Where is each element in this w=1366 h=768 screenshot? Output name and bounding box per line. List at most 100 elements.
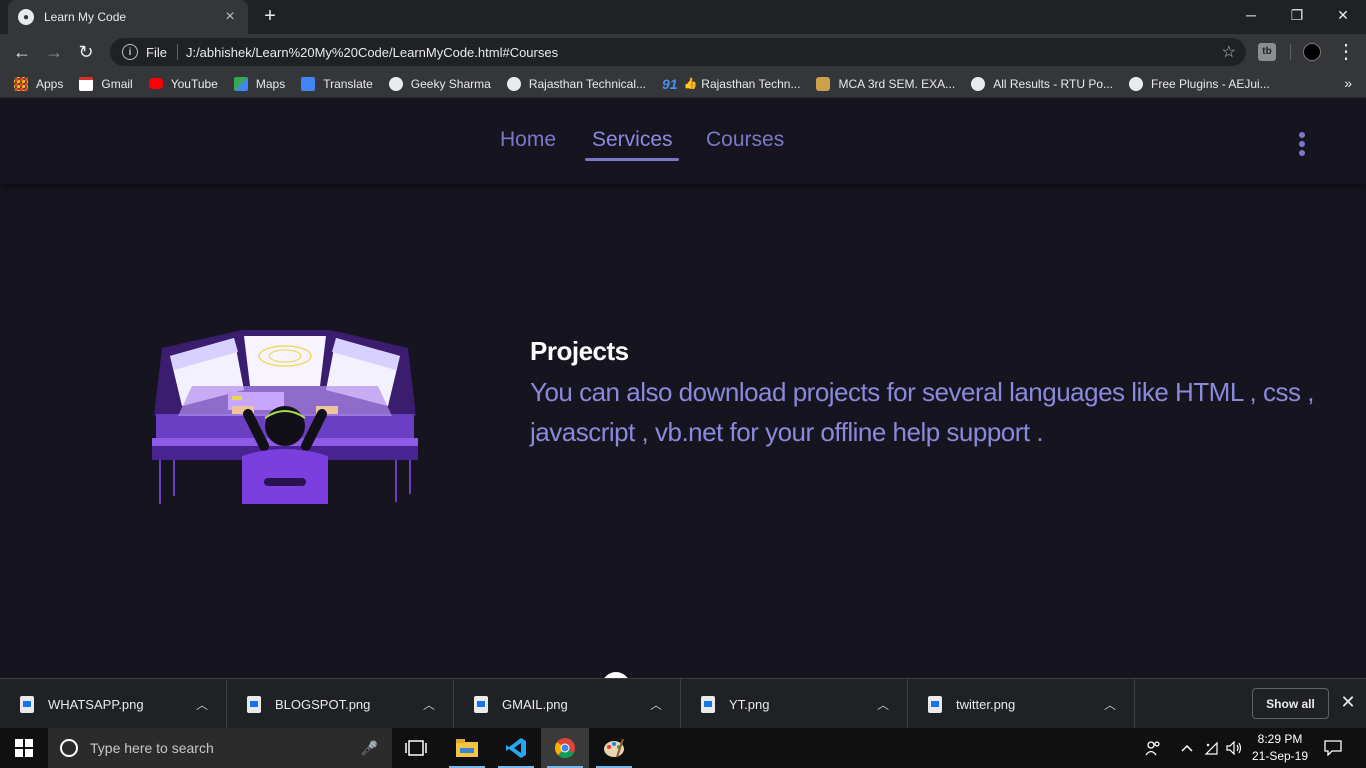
cortana-icon <box>60 739 78 757</box>
chevron-up-icon[interactable]: ︿ <box>196 696 208 713</box>
restore-button[interactable]: ❐ <box>1274 0 1320 30</box>
bookmark-maps[interactable]: Maps <box>233 76 286 91</box>
bookmarks-overflow-button[interactable]: » <box>1344 75 1352 91</box>
bookmark-rajasthan-techn[interactable]: 91 👍 Rajasthan Techn... <box>662 76 800 92</box>
action-center-icon[interactable] <box>1320 728 1346 768</box>
download-item[interactable]: GMAIL.png ︿ <box>454 679 681 729</box>
download-item[interactable]: YT.png ︿ <box>681 679 908 729</box>
browser-tab[interactable]: ● Learn My Code × <box>8 0 248 34</box>
url-text[interactable]: J:/abhishek/Learn%20My%20Code/LearnMyCod… <box>186 45 1222 60</box>
next-section-heading-partial <box>604 672 628 678</box>
taskbar-chrome[interactable] <box>541 728 589 768</box>
youtube-icon <box>148 78 163 89</box>
download-filename: WHATSAPP.png <box>48 696 144 712</box>
system-clock[interactable]: 8:29 PM 21-Sep-19 <box>1248 731 1312 765</box>
taskbar-vscode[interactable] <box>492 728 540 768</box>
download-item[interactable]: BLOGSPOT.png ︿ <box>227 679 454 729</box>
bookmark-free-plugins[interactable]: Free Plugins - AEJui... <box>1129 76 1270 91</box>
chrome-menu-icon[interactable]: ⋮ <box>1334 40 1358 64</box>
gamer-desk-illustration <box>152 330 418 504</box>
chevron-up-icon[interactable]: ︿ <box>877 696 889 713</box>
close-window-button[interactable]: ✕ <box>1320 0 1366 30</box>
taskbar-search[interactable]: Type here to search 🎤 <box>48 728 392 768</box>
vscode-icon <box>506 738 526 758</box>
download-filename: GMAIL.png <box>502 696 568 712</box>
bookmark-apps[interactable]: Apps <box>14 76 64 91</box>
bookmark-label: Apps <box>36 76 64 91</box>
bookmark-mca-exam[interactable]: MCA 3rd SEM. EXA... <box>816 76 956 91</box>
task-view-button[interactable] <box>392 728 440 768</box>
nav-link-home[interactable]: Home <box>500 128 556 152</box>
close-shelf-icon[interactable]: ✕ <box>1338 692 1358 713</box>
windows-logo-icon <box>15 739 33 757</box>
crest-icon <box>816 76 831 91</box>
folder-icon <box>456 739 478 757</box>
chevron-up-icon[interactable]: ︿ <box>650 696 662 713</box>
taskbar-paint[interactable] <box>590 728 638 768</box>
wifi-icon[interactable] <box>1200 728 1222 768</box>
image-file-icon <box>474 695 488 713</box>
bookmark-rajasthan-technical[interactable]: Rajasthan Technical... <box>506 76 647 91</box>
bookmark-all-results[interactable]: All Results - RTU Po... <box>971 76 1113 91</box>
task-view-icon <box>405 740 427 756</box>
bookmark-label: Rajasthan Technical... <box>528 76 647 91</box>
thumbs-up-icon: 👍 <box>683 78 698 90</box>
minimize-button[interactable]: ─ <box>1228 0 1274 30</box>
globe-icon: ● <box>18 9 34 25</box>
profile-avatar[interactable] <box>1303 43 1321 61</box>
bookmark-label: Gmail <box>101 76 133 91</box>
download-item[interactable]: twitter.png ︿ <box>908 679 1135 729</box>
info-icon[interactable]: i <box>122 44 138 60</box>
image-file-icon <box>701 695 715 713</box>
microphone-icon[interactable]: 🎤 <box>361 740 378 757</box>
forward-button[interactable]: → <box>42 40 66 64</box>
globe-icon <box>1129 76 1143 91</box>
tab-close-icon[interactable]: × <box>222 8 238 26</box>
globe-icon <box>971 76 986 91</box>
download-filename: YT.png <box>729 696 770 712</box>
tray-overflow-chevron-icon[interactable] <box>1178 728 1196 768</box>
bookmark-gmail[interactable]: Gmail <box>79 76 133 91</box>
bookmark-star-icon[interactable]: ☆ <box>1222 42 1236 62</box>
show-all-button[interactable]: Show all <box>1252 688 1329 719</box>
image-file-icon <box>928 695 942 713</box>
new-tab-button[interactable]: + <box>258 6 282 28</box>
nav-link-services[interactable]: Services <box>592 128 673 152</box>
bookmark-translate[interactable]: Translate <box>301 76 373 91</box>
address-bar[interactable]: i File J:/abhishek/Learn%20My%20Code/Lea… <box>110 38 1246 66</box>
active-nav-indicator <box>585 158 679 161</box>
back-button[interactable]: ← <box>10 40 34 64</box>
extension-tb-icon[interactable]: tb <box>1258 43 1276 61</box>
screen: ● Learn My Code × + ─ ❐ ✕ ← → ↻ i File J… <box>0 0 1366 768</box>
bookmark-geeky-sharma[interactable]: Geeky Sharma <box>388 76 491 91</box>
chrome-icon <box>555 738 575 759</box>
globe-icon <box>506 76 521 91</box>
taskbar-file-explorer[interactable] <box>443 728 491 768</box>
bookmark-label: MCA 3rd SEM. EXA... <box>838 76 956 91</box>
paint-palette-icon <box>604 738 624 758</box>
browser-toolbar: ← → ↻ i File J:/abhishek/Learn%20My%20Co… <box>0 34 1366 70</box>
apps-grid-icon <box>14 76 28 91</box>
more-menu-icon[interactable] <box>1296 132 1308 156</box>
people-icon[interactable] <box>1140 728 1166 768</box>
clock-date: 21-Sep-19 <box>1251 749 1309 763</box>
reload-button[interactable]: ↻ <box>74 40 98 64</box>
toolbar-divider <box>1290 44 1291 60</box>
volume-icon[interactable] <box>1224 728 1246 768</box>
start-button[interactable] <box>0 728 48 768</box>
bookmark-label: YouTube <box>170 76 218 91</box>
site-navbar: Home Services Courses <box>0 102 1366 184</box>
search-placeholder[interactable]: Type here to search <box>90 740 361 756</box>
chevron-up-icon[interactable]: ︿ <box>1104 696 1116 713</box>
bookmark-youtube[interactable]: YouTube <box>148 76 218 91</box>
clock-time: 8:29 PM <box>1257 732 1303 746</box>
image-file-icon <box>20 695 34 713</box>
chevron-up-icon[interactable]: ︿ <box>423 696 435 713</box>
download-item[interactable]: WHATSAPP.png ︿ <box>0 679 227 729</box>
download-filename: BLOGSPOT.png <box>275 696 371 712</box>
bookmark-label: Maps <box>255 76 286 91</box>
bookmark-label: All Results - RTU Po... <box>993 76 1113 91</box>
gmail-icon <box>79 76 94 91</box>
nav-link-courses[interactable]: Courses <box>706 128 784 152</box>
downloads-shelf: WHATSAPP.png ︿ BLOGSPOT.png ︿ GMAIL.png … <box>0 678 1366 729</box>
